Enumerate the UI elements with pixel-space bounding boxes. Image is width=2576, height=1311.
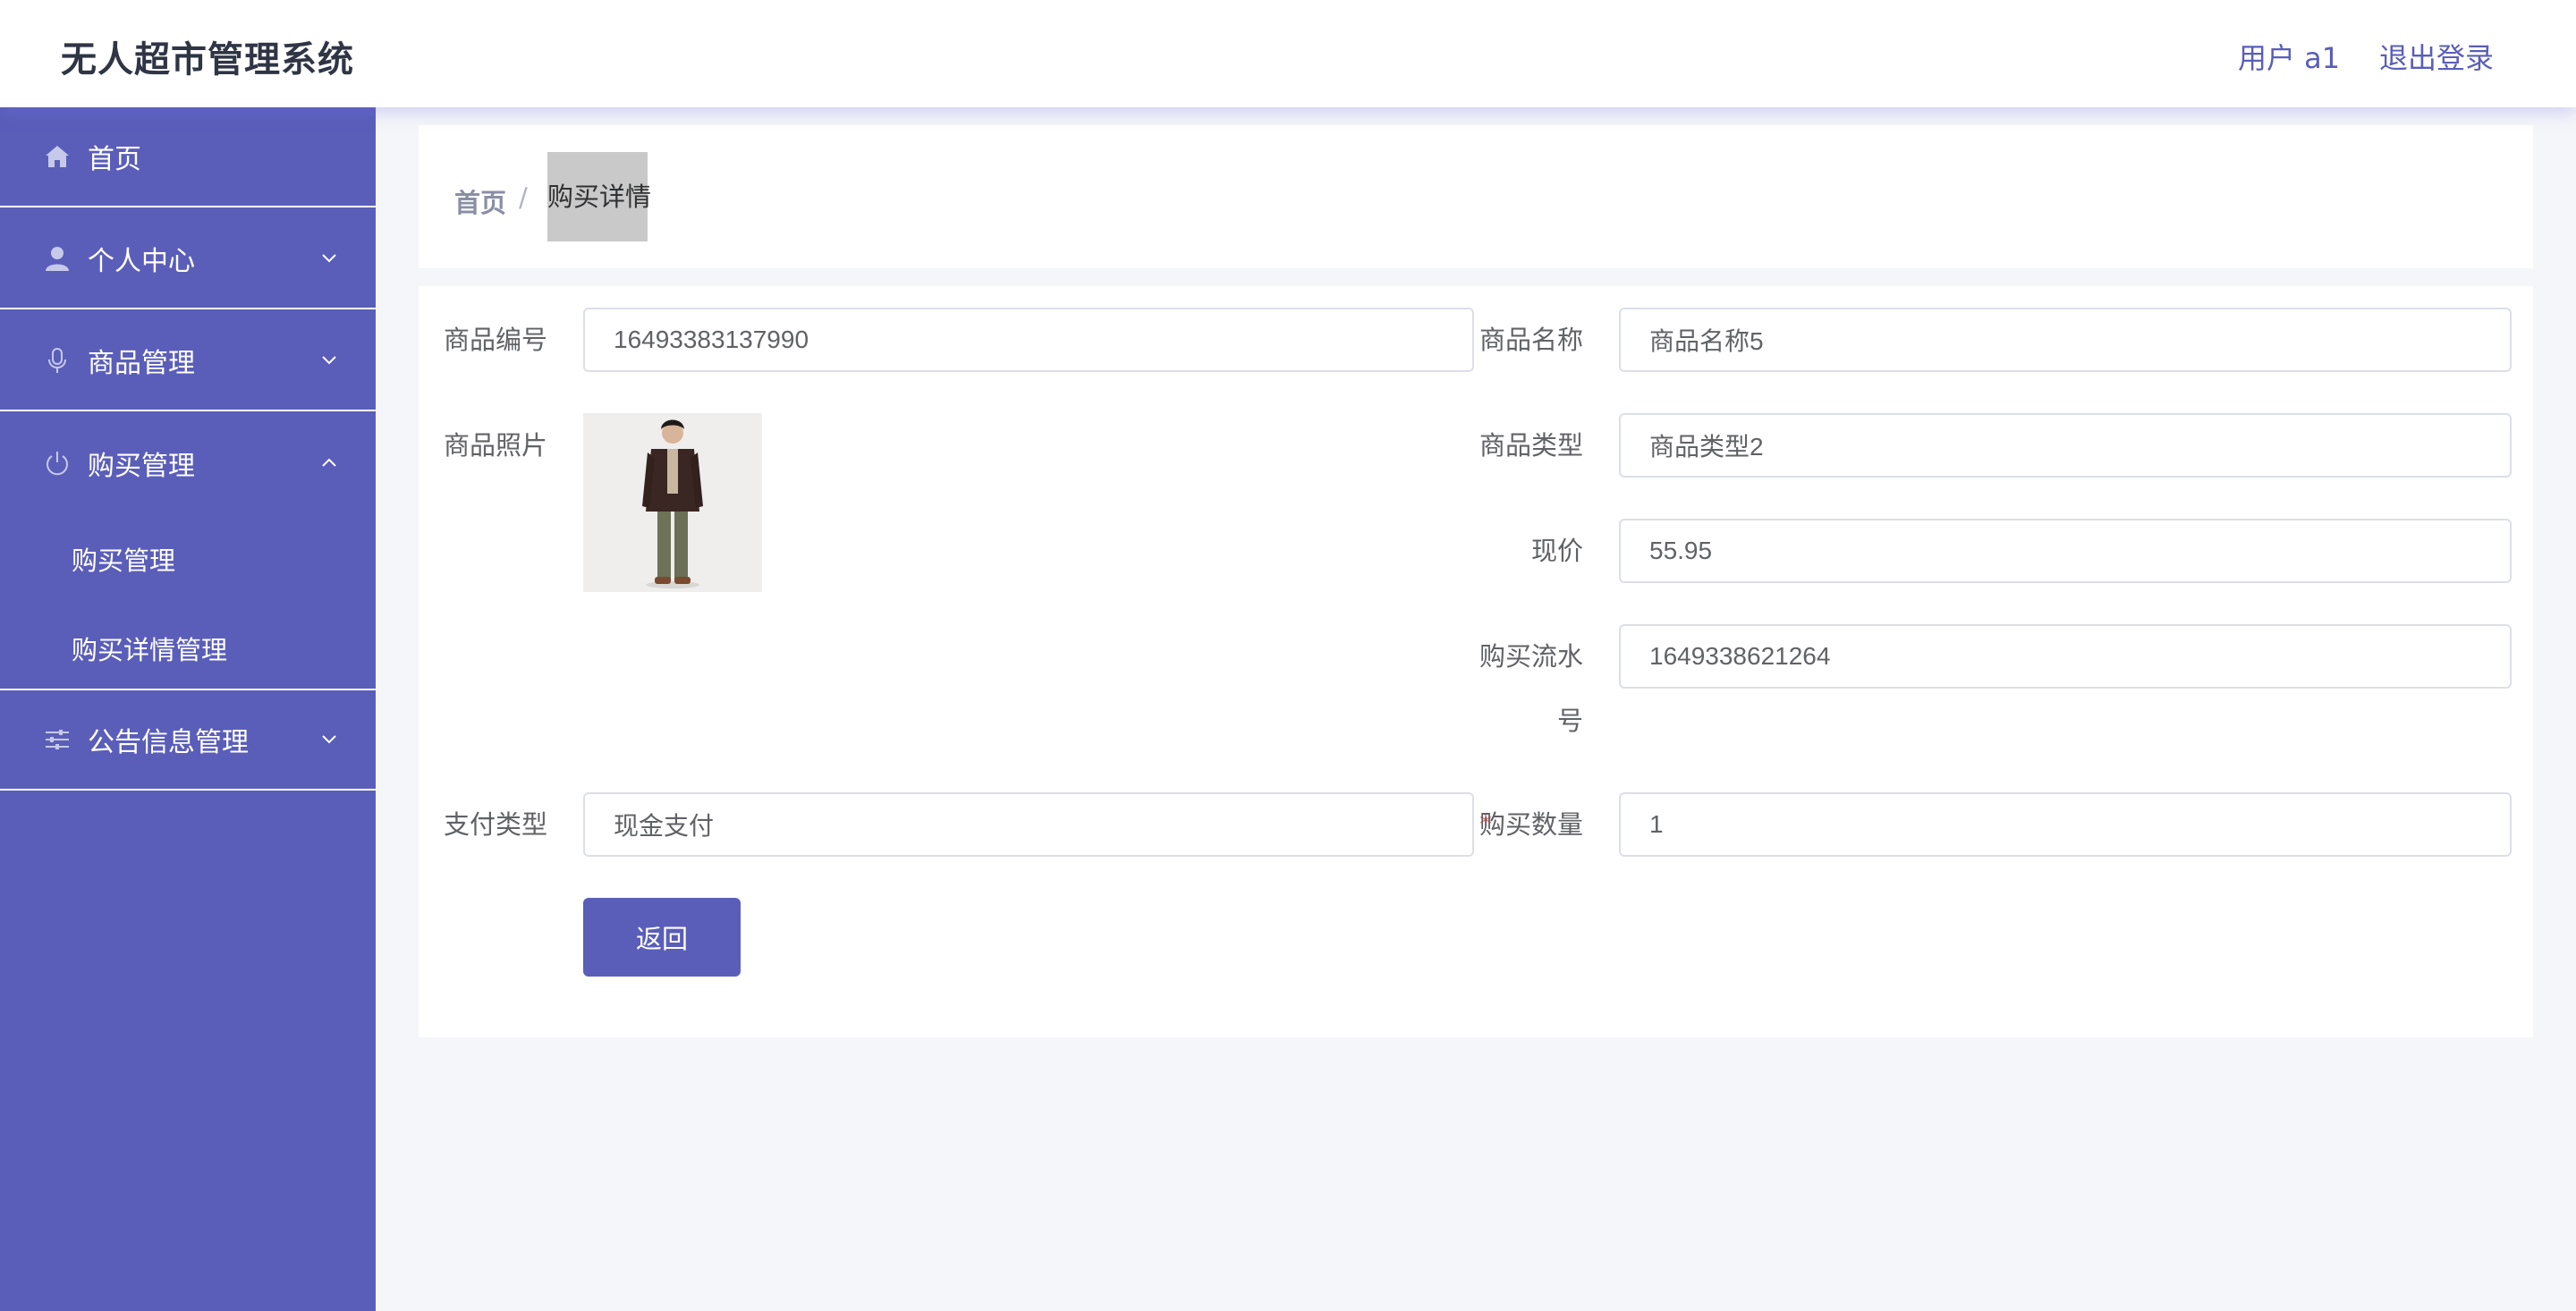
product-photo-label: 商品照片	[443, 430, 547, 461]
sidebar-item-label: 公告信息管理	[88, 727, 249, 758]
price-label: 现价	[1530, 536, 1583, 566]
sidebar-item-purchases[interactable]: 购买管理	[0, 413, 376, 513]
product-type-label: 商品类型	[1479, 430, 1583, 461]
sidebar-item-label: 商品管理	[88, 348, 195, 379]
sidebar: 首页 个人中心 商品管理 购买管理 购买管理 购买详情管理 公告信息管理	[0, 107, 376, 1311]
sliders-icon	[46, 730, 69, 749]
submenu-item-purchase-details[interactable]: 购买详情管理	[72, 630, 227, 667]
chevron-down-icon	[322, 735, 336, 744]
quantity-label: 购买数量	[1479, 809, 1583, 840]
product-code-field[interactable]	[583, 308, 1474, 372]
breadcrumb-current: 购买详情	[547, 152, 651, 241]
product-type-field[interactable]	[1619, 413, 2512, 478]
product-name-label: 商品名称	[1479, 325, 1583, 355]
sidebar-item-label: 个人中心	[88, 246, 195, 277]
submenu-item-purchases[interactable]: 购买管理	[72, 540, 175, 578]
serial-label-line1: 购买流水	[1479, 641, 1583, 672]
app-title: 无人超市管理系统	[61, 39, 354, 80]
chevron-down-icon	[322, 356, 336, 365]
pay-type-field[interactable]	[583, 792, 1474, 857]
breadcrumb-separator: /	[519, 182, 528, 213]
serial-label-line2: 号	[1556, 706, 1583, 736]
chevron-up-icon	[322, 458, 336, 467]
pay-type-label: 支付类型	[443, 809, 547, 840]
quantity-field[interactable]	[1619, 792, 2512, 857]
sidebar-item-label: 首页	[88, 144, 141, 175]
sidebar-item-products[interactable]: 商品管理	[0, 311, 376, 411]
breadcrumb-home-link[interactable]: 首页	[454, 182, 506, 220]
back-button[interactable]: 返回	[583, 898, 741, 977]
sidebar-item-home[interactable]: 首页	[0, 107, 376, 207]
microphone-icon	[48, 348, 66, 373]
home-icon	[46, 146, 69, 167]
user-icon	[46, 247, 69, 271]
product-name-field[interactable]	[1619, 308, 2512, 372]
breadcrumb: 首页 / 购买详情	[419, 125, 2533, 268]
sidebar-item-label: 购买管理	[88, 451, 195, 482]
serial-number-field[interactable]	[1619, 624, 2512, 689]
product-photo[interactable]	[583, 413, 762, 592]
sidebar-item-profile[interactable]: 个人中心	[0, 209, 376, 309]
logout-link[interactable]: 退出登录	[2379, 36, 2494, 77]
purchase-detail-form: 商品编号 商品名称 商品照片 商品类型 现价 购买流水 号 支付类型 * 购买数…	[419, 286, 2533, 1037]
price-field[interactable]	[1619, 519, 2512, 583]
power-icon	[47, 452, 68, 476]
product-code-label: 商品编号	[443, 325, 547, 355]
current-user-label: 用户 a1	[2238, 41, 2341, 75]
top-header: 无人超市管理系统 用户 a1 退出登录	[0, 0, 2576, 107]
chevron-down-icon	[322, 254, 336, 263]
sidebar-item-announcements[interactable]: 公告信息管理	[0, 690, 376, 791]
